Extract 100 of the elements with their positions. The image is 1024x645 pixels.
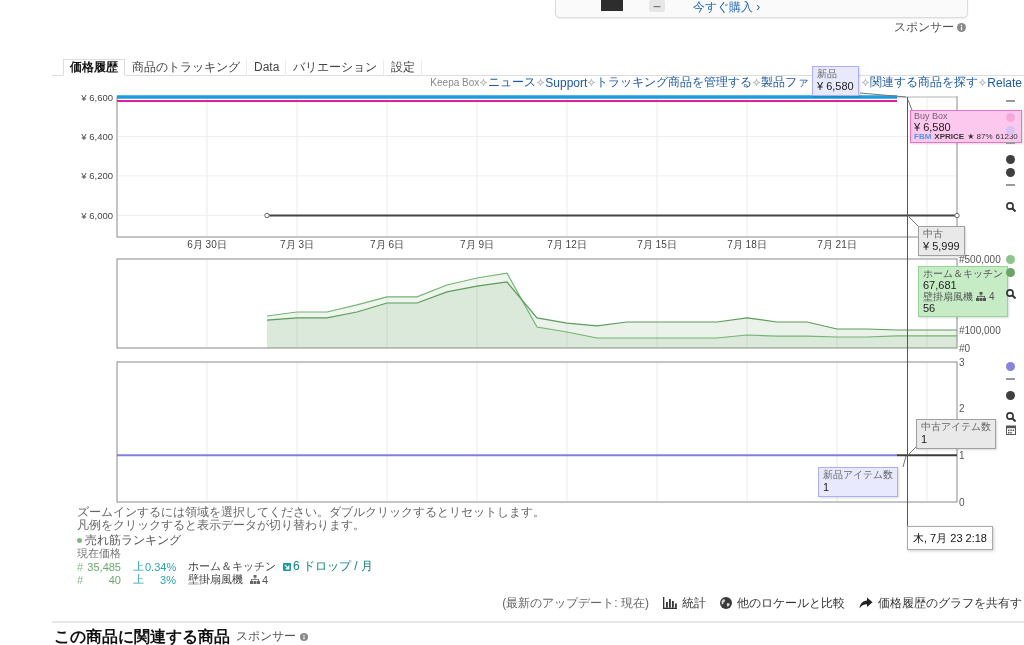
info-icon[interactable] <box>957 22 966 32</box>
compare-link[interactable]: 他のロケールと比較 <box>720 594 845 612</box>
section-title: 売れ筋ランキング <box>85 531 181 548</box>
trend-percent: 0.34% <box>145 560 176 573</box>
leader-line <box>908 216 919 227</box>
hierarchy-icon <box>976 292 986 301</box>
tooltip-value: ¥ 5,999 <box>923 240 960 253</box>
trend-label: 上 <box>133 572 145 587</box>
dot-icon[interactable] <box>1006 167 1015 177</box>
nav-link[interactable]: Support <box>545 75 588 90</box>
hierarchy-icon <box>250 575 260 584</box>
info-icon[interactable] <box>300 632 308 641</box>
dot-icon[interactable] <box>1006 390 1015 400</box>
section-subtitle: 現在価格 <box>76 547 122 560</box>
sparkle-icon <box>753 79 761 86</box>
axis-label: 7月 6日 <box>370 239 404 250</box>
section-heading: この商品に関連する商品 <box>54 628 230 645</box>
axis-label: ¥ 6,200 <box>81 170 113 182</box>
dot-icon[interactable] <box>1006 267 1015 277</box>
axis-label: 0 <box>959 496 965 506</box>
axis-label: 2 <box>959 403 965 415</box>
bar-chart-icon <box>663 597 677 609</box>
stats-link[interactable]: 統計 <box>663 594 706 612</box>
axis-label: ¥ 6,000 <box>81 209 113 221</box>
dot-icon[interactable] <box>1006 112 1015 122</box>
tooltip-title: 壁掛扇風機 <box>923 291 973 302</box>
tooltip-title: Buy Box <box>914 112 948 121</box>
tooltip-value: ¥ 6,580 <box>817 80 854 93</box>
tree-level: 4 <box>989 291 995 302</box>
axis-label: ¥ 6,600 <box>81 92 113 103</box>
tooltip-value: 56 <box>923 302 936 314</box>
minus-icon[interactable] <box>649 0 665 12</box>
tooltip-title: 新品 <box>817 68 837 80</box>
arrow-icon <box>283 562 291 571</box>
axis-label: 7月 18日 <box>727 239 767 250</box>
nav-link[interactable]: 製品ファ <box>761 74 810 91</box>
rank-value: 40 <box>107 573 121 586</box>
sponsor-label: スポンサー <box>894 18 954 36</box>
sponsor-label: スポンサー <box>236 628 296 645</box>
axis-label: #500,000 <box>959 253 1001 265</box>
rank-prefix: # <box>77 573 85 586</box>
axis-label: 7月 15日 <box>637 239 677 250</box>
calendar-icon[interactable] <box>1006 425 1016 435</box>
tab[interactable]: Data <box>247 59 287 76</box>
axis-label: #0 <box>959 342 971 352</box>
share-link[interactable]: 価格履歴のグラフを共有す <box>859 594 1022 612</box>
sparkle-icon <box>537 79 545 86</box>
search-icon[interactable] <box>1006 289 1016 299</box>
tooltip-value: 1 <box>823 481 830 494</box>
axis-label: 7月 21日 <box>817 239 857 250</box>
tooltip-value: 1 <box>921 433 928 446</box>
fulfillment-label: FBM <box>914 133 932 141</box>
dot-icon[interactable] <box>1006 125 1015 135</box>
seller-name: XPRICE <box>934 133 965 141</box>
tab[interactable]: 価格履歴 <box>63 59 125 76</box>
axis-label: 1 <box>959 449 965 461</box>
tab[interactable]: 商品のトラッキング <box>125 59 247 76</box>
brand-label: Keepa Box <box>430 77 480 88</box>
axis-label: 7月 9日 <box>460 239 494 250</box>
trend-percent: 3% <box>159 573 176 586</box>
search-icon[interactable] <box>1006 412 1016 422</box>
category-name: 壁掛扇風機 <box>188 572 243 587</box>
buy-now-link[interactable]: 今すぐ購入 › <box>693 0 761 14</box>
tooltip-title: 新品アイテム数 <box>823 469 893 481</box>
nav-link[interactable]: トラッキング商品を管理する <box>596 74 753 91</box>
tab[interactable]: 設定 <box>384 59 423 76</box>
dot-icon[interactable] <box>1006 254 1015 264</box>
category-name: ホーム＆キッチン <box>188 559 276 574</box>
rank-prefix: # <box>77 560 85 573</box>
trend-label: 上 <box>133 559 145 574</box>
hint-text: 凡例をクリックすると表示データが切り替わります。 <box>77 519 366 532</box>
data-point <box>264 212 270 219</box>
globe-icon <box>720 597 732 609</box>
dot-icon[interactable] <box>1006 154 1015 164</box>
tooltip-value: ¥ 6,580 <box>914 121 951 133</box>
nav-link[interactable]: Relate <box>987 75 1022 90</box>
seller-rating: ★ 87% <box>967 133 993 141</box>
tab[interactable]: バリエーション <box>286 59 385 76</box>
tooltip-title: 中古アイテム数 <box>921 421 991 433</box>
axis-label: 6月 30日 <box>187 239 227 250</box>
tooltip-value: 67,681 <box>923 279 957 291</box>
sparkle-icon <box>862 79 870 86</box>
review-count: 61230 <box>995 133 1018 141</box>
rank-value: 35,485 <box>86 560 121 573</box>
plot-area[interactable] <box>116 361 958 503</box>
nav-link[interactable]: 関連する商品を探す <box>870 74 979 91</box>
axis-label: 7月 12日 <box>547 239 587 250</box>
share-icon <box>859 597 873 609</box>
sparkle-icon <box>480 79 488 86</box>
hint-text: ズームインするには領域を選択してください。ダブルクリックするとリセットします。 <box>77 506 546 519</box>
sparkle-icon <box>979 79 987 86</box>
data-point <box>954 212 960 219</box>
sparkle-icon <box>588 79 596 86</box>
tooltip-title: ホーム＆キッチン <box>923 268 1003 279</box>
dot-icon[interactable] <box>1006 361 1015 371</box>
search-icon[interactable] <box>1006 202 1016 212</box>
date-label: 木, 7月 23 2:18 <box>907 526 993 550</box>
axis-label: #100,000 <box>959 324 1001 336</box>
nav-link[interactable]: ニュース <box>488 74 537 91</box>
drops-link[interactable]: 6 ドロップ / 月 <box>283 558 373 575</box>
